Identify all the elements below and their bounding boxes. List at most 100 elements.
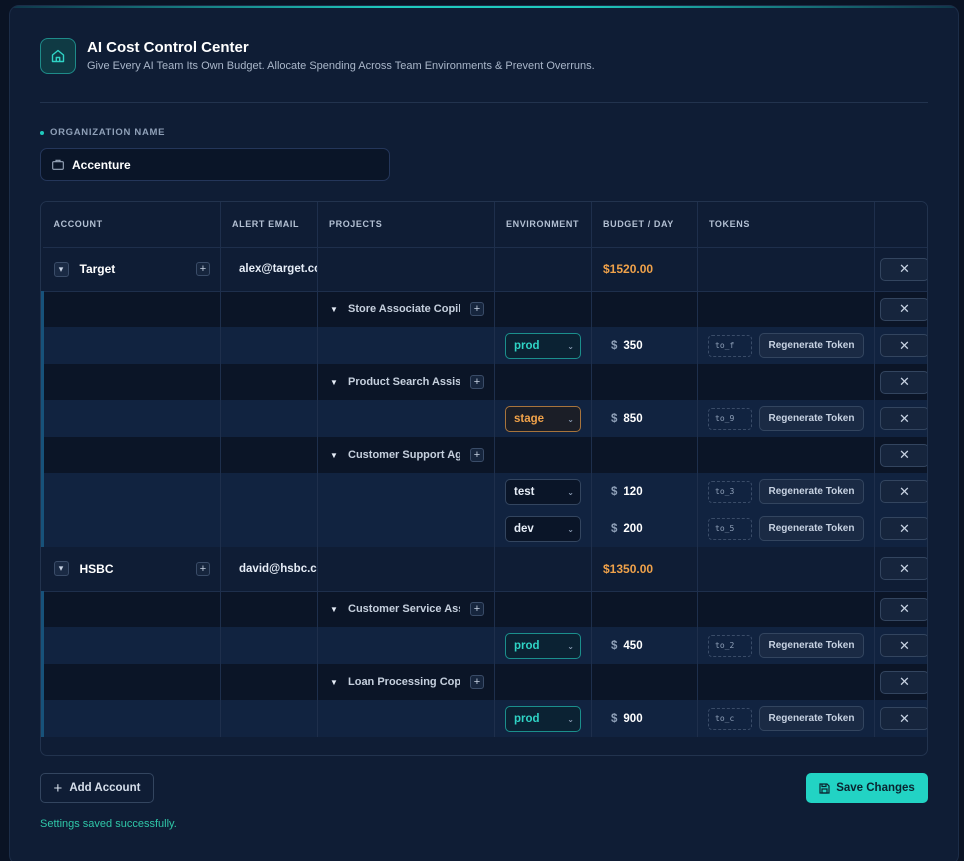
delete-button[interactable]: ✕ <box>880 370 927 394</box>
environment-row: test ⌄ $120 to_3 Regenerate Token ✕ <box>41 473 927 510</box>
delete-button[interactable]: ✕ <box>880 557 927 581</box>
account-row: ▾ HSBC + david@hsbc.com $1350.00 ✕ <box>42 547 927 592</box>
token-value: to_c <box>708 707 752 730</box>
add-environment-button[interactable]: + <box>470 448 484 462</box>
environment-select[interactable]: test ⌄ <box>505 478 581 505</box>
regenerate-token-button[interactable]: Regenerate Token <box>759 406 864 431</box>
empty-cell <box>41 291 221 327</box>
delete-cell: ✕ <box>874 700 927 737</box>
delete-button[interactable]: ✕ <box>880 443 927 467</box>
add-account-button[interactable]: + Add Account <box>40 773 154 803</box>
add-environment-button[interactable]: + <box>470 602 484 617</box>
delete-button[interactable]: ✕ <box>880 480 927 503</box>
budget-amount: 450 <box>623 639 643 652</box>
empty-cell <box>220 327 318 364</box>
collapse-toggle-icon[interactable]: ▾ <box>53 561 69 577</box>
caret-down-icon[interactable]: ▼ <box>330 451 340 460</box>
caret-down-icon[interactable]: ▼ <box>330 678 340 687</box>
environment-budget-input[interactable]: $120 <box>592 486 697 498</box>
token-value: to_9 <box>708 407 752 430</box>
col-budget-day: BUDGET / DAY <box>591 202 698 248</box>
page-subtitle: Give Every AI Team Its Own Budget. Alloc… <box>87 60 595 72</box>
delete-button[interactable]: ✕ <box>880 407 927 430</box>
add-environment-button[interactable]: + <box>470 675 484 689</box>
dollar-sign: $ <box>611 485 618 498</box>
add-project-button[interactable]: + <box>196 262 210 276</box>
environment-row: stage ⌄ $850 to_9 Regenerate Token ✕ <box>41 400 927 437</box>
chevron-down-icon: ⌄ <box>567 341 574 351</box>
alert-email-input[interactable]: david@hsbc.com <box>221 563 317 575</box>
account-budget: $1520.00 <box>603 262 654 276</box>
environment-select[interactable]: prod ⌄ <box>505 332 581 359</box>
save-changes-button[interactable]: Save Changes <box>806 773 928 803</box>
environment-budget-input[interactable]: $850 <box>592 413 697 425</box>
delete-cell: ✕ <box>874 510 927 547</box>
caret-down-icon[interactable]: ▼ <box>330 305 340 314</box>
regenerate-token-button[interactable]: Regenerate Token <box>759 479 864 504</box>
environment-budget-input[interactable]: $450 <box>592 640 697 652</box>
regenerate-token-button[interactable]: Regenerate Token <box>759 333 864 358</box>
empty-cell <box>494 437 592 473</box>
environment-select[interactable]: prod ⌄ <box>505 632 581 659</box>
delete-button[interactable]: ✕ <box>880 670 927 694</box>
org-name-input[interactable]: Accenture <box>40 148 390 181</box>
environment-select[interactable]: prod ⌄ <box>505 705 581 732</box>
empty-cell <box>591 664 698 700</box>
project-name-input[interactable]: Product Search Assistant <box>348 376 460 388</box>
account-name: HSBC <box>79 561 114 576</box>
delete-cell: ✕ <box>874 327 927 364</box>
chevron-down-icon: ⌄ <box>567 524 574 534</box>
token-cell-content: to_9 Regenerate Token <box>698 406 874 431</box>
regenerate-token-button[interactable]: Regenerate Token <box>759 516 864 541</box>
chevron-down-icon: ⌄ <box>567 714 574 724</box>
project-name-input[interactable]: Store Associate Copilot <box>348 303 460 315</box>
empty-cell <box>494 664 592 700</box>
token-cell-content: to_3 Regenerate Token <box>698 479 874 504</box>
collapse-toggle-icon[interactable]: ▾ <box>53 261 69 277</box>
environment-budget-input[interactable]: $350 <box>592 340 697 352</box>
delete-button[interactable]: ✕ <box>880 707 927 730</box>
empty-cell <box>41 437 221 473</box>
project-cell-content: ▼ Store Associate Copilot + <box>318 302 494 317</box>
environment-row: dev ⌄ $200 to_5 Regenerate Token ✕ <box>41 510 927 547</box>
environment-value: prod <box>514 712 540 725</box>
empty-cell <box>494 291 592 327</box>
project-name-input[interactable]: Customer Support Agent <box>348 449 460 461</box>
delete-button[interactable]: ✕ <box>880 257 927 281</box>
caret-down-icon[interactable]: ▼ <box>330 605 340 614</box>
delete-button[interactable]: ✕ <box>880 297 927 321</box>
delete-cell: ✕ <box>874 291 927 327</box>
delete-cell: ✕ <box>874 400 927 437</box>
regenerate-token-button[interactable]: Regenerate Token <box>759 633 864 658</box>
token-cell-content: to_2 Regenerate Token <box>698 633 874 658</box>
environment-budget-input[interactable]: $900 <box>592 713 697 725</box>
project-cell-content: ▼ Customer Support Agent + <box>318 448 494 462</box>
empty-cell <box>317 400 495 437</box>
add-environment-button[interactable]: + <box>470 375 484 389</box>
environment-cell: dev ⌄ <box>494 510 592 547</box>
environment-budget-input[interactable]: $200 <box>592 523 697 535</box>
add-environment-button[interactable]: + <box>470 302 484 317</box>
delete-button[interactable]: ✕ <box>880 597 927 621</box>
environment-value: dev <box>514 522 534 535</box>
delete-button[interactable]: ✕ <box>880 517 927 540</box>
delete-button[interactable]: ✕ <box>880 334 927 357</box>
add-project-button[interactable]: + <box>196 561 210 576</box>
environment-select[interactable]: dev ⌄ <box>505 515 581 542</box>
empty-cell <box>220 291 318 327</box>
dollar-sign: $ <box>611 412 618 425</box>
environment-row: prod ⌄ $900 to_c Regenerate Token ✕ <box>41 700 927 737</box>
project-name-input[interactable]: Customer Service Assistant <box>348 603 460 615</box>
caret-down-icon[interactable]: ▼ <box>330 378 340 387</box>
project-name-input[interactable]: Loan Processing Copilot <box>348 676 460 688</box>
empty-cell <box>220 364 318 400</box>
account-budget-cell: $1350.00 <box>591 547 698 592</box>
empty-cell <box>317 473 495 510</box>
delete-button[interactable]: ✕ <box>880 634 927 657</box>
alert-email-input[interactable]: alex@target.com <box>221 263 317 275</box>
empty-cell <box>494 547 592 592</box>
environment-select[interactable]: stage ⌄ <box>505 405 581 432</box>
regenerate-token-button[interactable]: Regenerate Token <box>759 706 864 731</box>
account-budget: $1350.00 <box>603 561 654 576</box>
delete-cell: ✕ <box>874 364 927 400</box>
